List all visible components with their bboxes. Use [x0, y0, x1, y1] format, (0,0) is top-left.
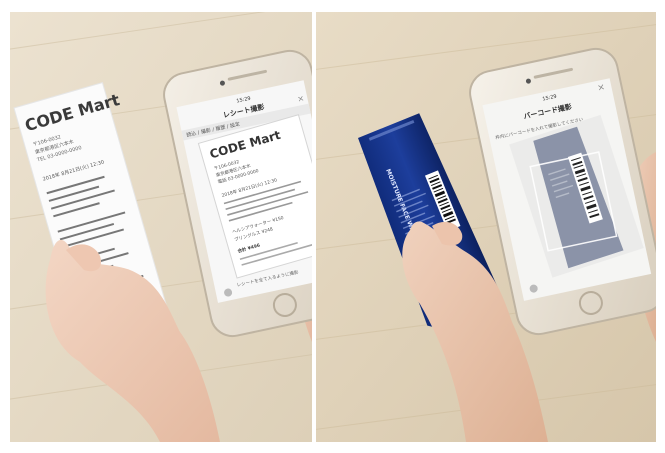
photo-frame: CODE Mart 〒106-0032 東京都港区六本木 TEL 03-0000… [0, 0, 665, 453]
barcode-scene: MOISTURE FACE WASH 15:29 × バーコード撮影 枠内にバー… [316, 12, 656, 442]
receipt-scan-photo: CODE Mart 〒106-0032 東京都港区六本木 TEL 03-0000… [10, 12, 312, 442]
barcode-scan-photo: MOISTURE FACE WASH 15:29 × バーコード撮影 枠内にバー… [316, 12, 656, 442]
receipt-scene: CODE Mart 〒106-0032 東京都港区六本木 TEL 03-0000… [10, 12, 312, 442]
